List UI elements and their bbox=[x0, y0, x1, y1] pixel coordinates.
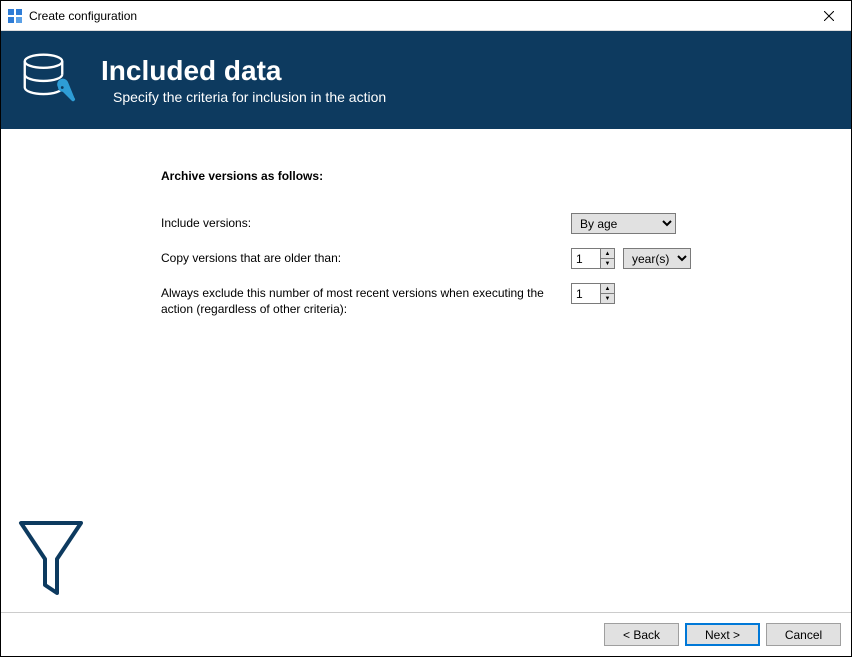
database-wrench-icon bbox=[21, 50, 81, 110]
exclude-recent-label: Always exclude this number of most recen… bbox=[161, 283, 571, 317]
exclude-recent-down[interactable]: ▼ bbox=[601, 294, 614, 303]
main-content: Archive versions as follows: Include ver… bbox=[1, 129, 851, 612]
funnel-icon bbox=[15, 517, 87, 602]
banner-heading: Included data bbox=[101, 55, 386, 87]
row-include-versions: Include versions: By age bbox=[161, 213, 851, 234]
exclude-recent-spinner[interactable]: ▲ ▼ bbox=[571, 283, 615, 304]
titlebar: Create configuration bbox=[1, 1, 851, 31]
next-button[interactable]: Next > bbox=[685, 623, 760, 646]
older-than-unit-select[interactable]: year(s) bbox=[623, 248, 691, 269]
back-button[interactable]: < Back bbox=[604, 623, 679, 646]
row-older-than: Copy versions that are older than: ▲ ▼ y… bbox=[161, 248, 851, 269]
section-title: Archive versions as follows: bbox=[161, 169, 851, 183]
banner-text: Included data Specify the criteria for i… bbox=[101, 55, 386, 105]
include-versions-label: Include versions: bbox=[161, 213, 571, 231]
header-banner: Included data Specify the criteria for i… bbox=[1, 31, 851, 129]
window-title: Create configuration bbox=[29, 9, 806, 23]
include-versions-select[interactable]: By age bbox=[571, 213, 676, 234]
older-than-spinner[interactable]: ▲ ▼ bbox=[571, 248, 615, 269]
older-than-label: Copy versions that are older than: bbox=[161, 248, 571, 266]
button-bar: < Back Next > Cancel bbox=[1, 612, 851, 656]
older-than-down[interactable]: ▼ bbox=[601, 259, 614, 268]
older-than-up[interactable]: ▲ bbox=[601, 249, 614, 259]
row-exclude-recent: Always exclude this number of most recen… bbox=[161, 283, 851, 317]
older-than-input[interactable] bbox=[572, 249, 600, 268]
app-icon bbox=[7, 8, 23, 24]
exclude-recent-input[interactable] bbox=[572, 284, 600, 303]
close-button[interactable] bbox=[806, 1, 851, 31]
banner-subtitle: Specify the criteria for inclusion in th… bbox=[113, 89, 386, 105]
cancel-button[interactable]: Cancel bbox=[766, 623, 841, 646]
exclude-recent-up[interactable]: ▲ bbox=[601, 284, 614, 294]
